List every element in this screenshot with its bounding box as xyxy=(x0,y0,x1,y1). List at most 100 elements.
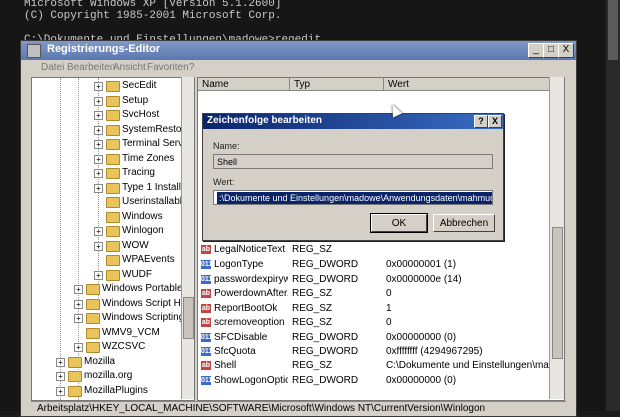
value-name: ShowLogonOptions xyxy=(214,375,288,386)
folder-icon xyxy=(106,197,120,208)
tree-item[interactable]: + Type 1 Installe xyxy=(94,182,188,194)
value-type: REG_SZ xyxy=(292,303,333,314)
folder-icon xyxy=(106,269,120,281)
value-row[interactable]: 011ShowLogonOptions REG_DWORD 0x00000000 (… xyxy=(198,374,564,388)
help-icon[interactable]: ? xyxy=(474,115,488,128)
expand-icon[interactable]: + xyxy=(94,154,103,164)
menu-ansicht[interactable]: Ansicht xyxy=(113,62,146,73)
value-row[interactable]: 011 SfcQuota REG_DWORD 0xffffffff (42949672… xyxy=(198,345,564,359)
value-row[interactable]: 011 SFCDisable REG_DWORD 0x00000000 (0) xyxy=(198,331,564,345)
value-data: 0x0000000e (14) xyxy=(386,274,462,285)
value-row[interactable]: 011passwordexpiryw... REG_DWORD 0x0000000e… xyxy=(198,273,564,287)
expand-icon[interactable]: + xyxy=(74,314,83,323)
title-bar[interactable]: Registrierungs-Editor _ □ X xyxy=(21,41,576,60)
tree-item[interactable]: + Windows Scripting Hos xyxy=(74,312,194,324)
expand-icon[interactable]: + xyxy=(94,140,103,149)
regedit-app-icon xyxy=(27,44,41,58)
tree-item[interactable]: + Setup xyxy=(94,95,188,107)
tree-scroll-thumb[interactable] xyxy=(183,297,194,339)
minimize-button[interactable]: _ xyxy=(528,43,544,58)
ok-button[interactable]: OK xyxy=(370,213,428,233)
dialog-title-bar[interactable]: Zeichenfolge bearbeiten ? X xyxy=(203,114,503,129)
console-scroll-thumb[interactable] xyxy=(608,0,618,60)
tree-item-label: SecEdit xyxy=(122,80,157,91)
tree-item[interactable]: + MozillaPlugins xyxy=(56,385,188,397)
expand-icon[interactable]: + xyxy=(94,227,103,236)
value-row[interactable]: ab scremoveoption REG_SZ 0 xyxy=(198,316,564,330)
close-icon[interactable]: X xyxy=(488,115,502,128)
folder-icon xyxy=(106,124,120,136)
tree-item[interactable]: WPAEvents xyxy=(94,254,188,266)
close-button[interactable]: X xyxy=(558,43,574,58)
tree-item-label: Time Zones xyxy=(122,152,175,164)
tree-item[interactable]: + mozilla.org xyxy=(56,370,188,382)
tree-scrollbar[interactable] xyxy=(181,77,194,399)
expand-icon[interactable]: + xyxy=(94,82,103,91)
status-bar: Arbeitsplatz\HKEY_LOCAL_MACHINE\SOFTWARE… xyxy=(31,401,566,415)
value-type: REG_SZ xyxy=(292,288,333,299)
binary-icon: 011 xyxy=(201,275,213,284)
column-header-name[interactable]: Name xyxy=(198,78,290,91)
column-header-type[interactable]: Typ xyxy=(290,78,384,91)
cancel-button[interactable]: Abbrechen xyxy=(433,214,495,232)
expand-icon[interactable]: + xyxy=(94,169,103,178)
value-row[interactable]: ab LegalNoticeText REG_SZ xyxy=(198,243,564,257)
value-label: Wert: xyxy=(213,177,235,187)
expand-icon[interactable]: + xyxy=(74,343,83,352)
expand-icon[interactable]: + xyxy=(56,357,65,367)
tree-item[interactable]: + SvcHost xyxy=(94,109,188,121)
tree-item-label: WZCSVC xyxy=(102,341,146,352)
maximize-button[interactable]: □ xyxy=(543,43,559,58)
expand-icon[interactable]: + xyxy=(56,386,65,396)
menu-favoriten[interactable]: Favoriten xyxy=(147,62,189,73)
menu-help[interactable]: ? xyxy=(189,62,195,73)
folder-icon xyxy=(86,327,100,339)
tree-item[interactable]: + SystemRestore xyxy=(94,124,190,136)
tree-item[interactable]: + Tracing xyxy=(94,167,188,179)
list-scroll-thumb[interactable] xyxy=(552,227,563,359)
tree-item[interactable]: Userinstallable xyxy=(94,196,188,208)
folder-icon xyxy=(106,95,120,107)
expand-icon[interactable]: + xyxy=(56,372,65,381)
expand-icon[interactable]: + xyxy=(94,270,103,280)
expand-icon[interactable]: + xyxy=(94,96,103,106)
menu-datei[interactable]: Datei xyxy=(41,62,64,73)
expand-icon[interactable]: + xyxy=(94,125,103,135)
expand-icon[interactable]: + xyxy=(74,285,83,294)
value-row[interactable]: ab ReportBootOk REG_SZ 1 xyxy=(198,302,564,316)
tree-item[interactable]: + Time Zones xyxy=(94,153,188,165)
value-row[interactable]: ab PowerdownAfter... REG_SZ 0 xyxy=(198,287,564,301)
tree-item[interactable]: Windows xyxy=(94,211,188,223)
value-row[interactable]: 011 LogonType REG_DWORD 0x00000001 (1) xyxy=(198,258,564,272)
tree-item[interactable]: + Windows Portable Dev xyxy=(74,283,194,295)
expand-icon[interactable]: + xyxy=(94,241,103,251)
tree-item-label: Type 1 Installe xyxy=(122,181,187,193)
tree-item[interactable]: + Terminal Serve xyxy=(94,138,189,150)
tree-item[interactable]: + WUDF xyxy=(94,269,188,281)
tree-item[interactable]: + WOW xyxy=(94,240,188,252)
column-header-value[interactable]: Wert xyxy=(384,78,564,91)
list-scrollbar[interactable] xyxy=(549,77,564,399)
ab-icon: ab xyxy=(201,289,211,298)
value-data: 1 xyxy=(386,303,392,314)
value-type: REG_DWORD xyxy=(292,259,359,270)
expand-icon[interactable]: + xyxy=(94,183,103,193)
menu-bearbeiten[interactable]: Bearbeiten xyxy=(67,62,115,73)
tree-item[interactable]: + Windows Script Host xyxy=(74,298,194,310)
value-row[interactable]: ab Shell REG_SZ C:\Dokumente und Einstellun… xyxy=(198,359,564,373)
expand-icon[interactable]: + xyxy=(94,111,103,120)
value-field[interactable]: :\Dokumente und Einstellungen\madowe\Anw… xyxy=(213,190,493,205)
registry-tree[interactable]: + SecEdit + Setup + SvcHost + SystemRestore + Ter… xyxy=(31,77,195,401)
tree-item[interactable]: WMV9_VCM xyxy=(74,327,188,339)
tree-item[interactable]: + Winlogon xyxy=(94,225,188,237)
folder-icon xyxy=(106,211,120,223)
tree-item[interactable]: + Mozilla xyxy=(56,356,188,368)
ab-icon: ab xyxy=(201,304,211,313)
folder-icon xyxy=(86,298,100,310)
console-scrollbar[interactable] xyxy=(606,0,620,411)
tree-item[interactable]: + WZCSVC xyxy=(74,341,188,353)
folder-icon xyxy=(106,240,120,252)
tree-item[interactable]: + SecEdit xyxy=(94,80,188,92)
folder-icon xyxy=(86,284,100,295)
expand-icon[interactable]: + xyxy=(74,299,83,309)
